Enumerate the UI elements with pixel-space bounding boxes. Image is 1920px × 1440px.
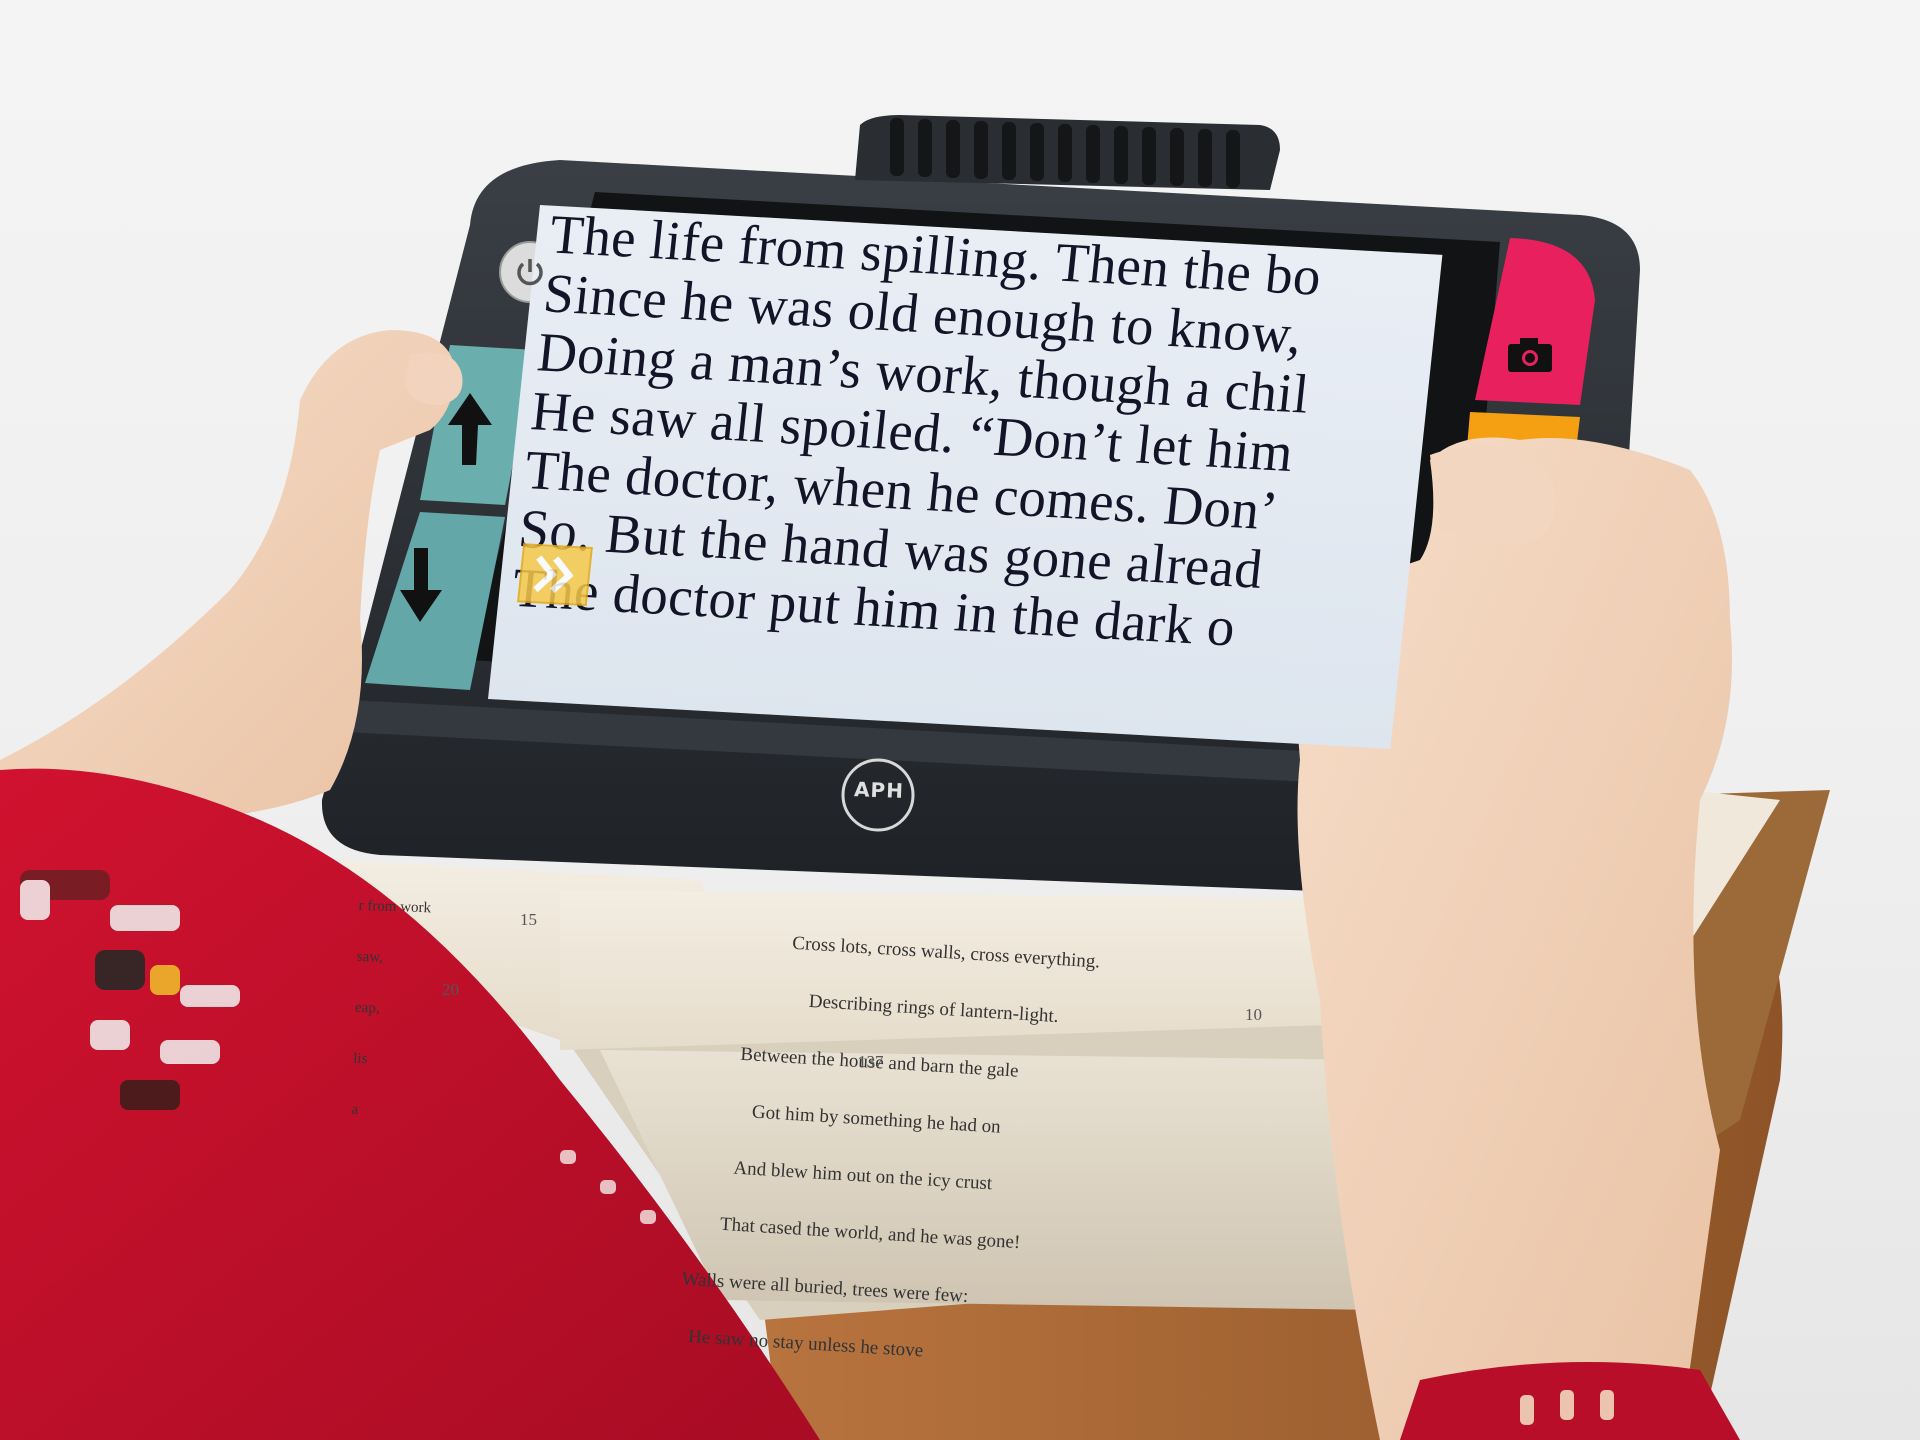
arrow-up-icon: [448, 393, 492, 465]
camera-icon: [1508, 338, 1552, 372]
book-line: lis: [352, 1050, 368, 1068]
book-line: Walls were all buried, trees were few:: [681, 1268, 969, 1308]
book-left-page-text: r from work saw, eap, lis a: [350, 864, 433, 1155]
book-line: a: [351, 1101, 359, 1118]
book-right-line-number: 10: [1245, 1005, 1262, 1024]
book-line: And blew him out on the icy crust: [732, 1157, 993, 1195]
book-line: eap,: [354, 999, 380, 1017]
aph-logo: APH: [848, 777, 911, 803]
scroll-up-button[interactable]: [440, 385, 500, 475]
camera-button[interactable]: [1500, 330, 1560, 380]
double-chevron-icon[interactable]: [517, 543, 593, 607]
book-line: He saw no stay unless he stove: [687, 1326, 924, 1362]
book-line: That cased the world, and he was gone!: [719, 1213, 1021, 1254]
book-line: Got him by something he had on: [751, 1101, 1002, 1138]
orange-mode-button[interactable]: [1470, 415, 1575, 525]
book-folio: 137: [858, 1052, 884, 1071]
book-line: saw,: [356, 948, 384, 966]
book-line: Describing rings of lantern-light.: [808, 990, 1060, 1028]
power-icon: [517, 259, 543, 286]
logo-text: APH: [853, 777, 905, 803]
photo-scene: r from work saw, eap, lis a 15 20 Cross …: [0, 0, 1920, 1440]
power-button[interactable]: [500, 242, 560, 302]
book-line: Cross lots, cross walls, cross everythin…: [791, 932, 1101, 973]
book-line: r from work: [358, 897, 432, 917]
scroll-down-button[interactable]: [392, 540, 452, 630]
book-right-page-text: Cross lots, cross walls, cross everythin…: [675, 890, 1103, 1407]
book-left-line-number: 15: [520, 910, 537, 929]
magnifier-screen: The life from spilling. Then the bo Sinc…: [488, 205, 1443, 749]
book-line: Between the house and barn the gale: [739, 1043, 1020, 1082]
arrow-down-icon: [400, 548, 442, 622]
book-left-line-number: 20: [442, 980, 459, 999]
